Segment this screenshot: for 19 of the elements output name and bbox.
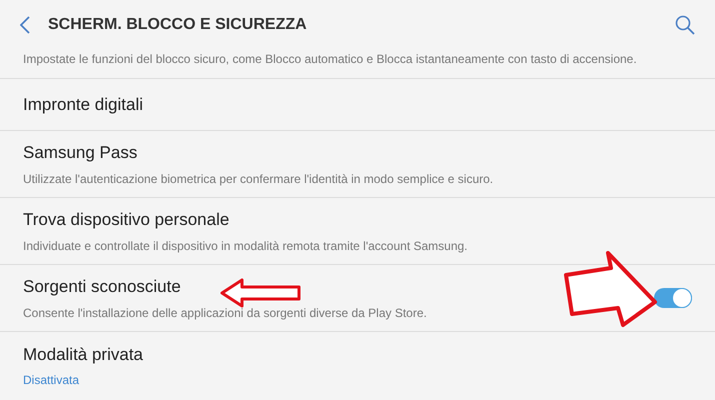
intro-text: Impostate le funzioni del blocco sicuro, come Blocco automatico e Blocca istantaneamente con tasto di accensione. [23,51,638,68]
item-title: Trova dispositivo personale [23,209,230,232]
settings-item[interactable]: Samsung Pass Utilizzate l'autenticazione biometrica per confermare l'identità in modo semplice e sicuro. [0,131,715,198]
annotation-arrow-icon [220,278,302,308]
item-title: Modalità privata [23,344,144,366]
settings-item[interactable]: Modalità privata Disattivata [0,332,715,399]
window-title: SCHERM. BLOCCO E SICUREZZA [48,15,308,35]
settings-item[interactable]: Impronte digitali [0,79,715,131]
item-status: Disattivata [23,372,80,390]
item-description: Individuate e controllate il dispositivo in modalità remota tramite l'account Samsung. [23,238,468,255]
item-title: Samsung Pass [23,142,138,164]
search-icon[interactable] [675,15,695,35]
toggle-switch[interactable] [654,288,692,308]
item-title: Sorgenti sconosciute [23,276,181,298]
annotation-arrow-icon [563,250,658,328]
item-description: Utilizzate l'autenticazione biometrica per confermare l'identità in modo semplice e sicuro. [23,170,494,188]
item-title: Impronte digitali [23,94,144,116]
item-description: Consente l'installazione delle applicazioni da sorgenti diverse da Play Store. [23,304,427,322]
back-icon[interactable] [20,16,30,34]
